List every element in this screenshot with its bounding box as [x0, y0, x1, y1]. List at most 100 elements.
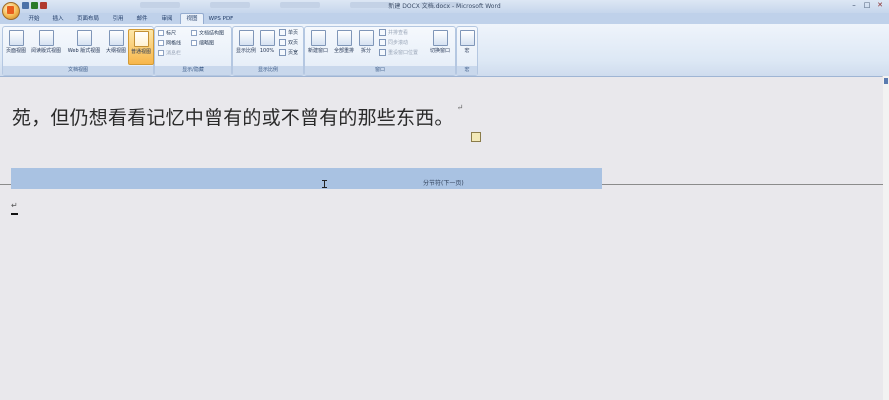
print-layout-button[interactable]: 页面视图 — [4, 29, 28, 63]
web-layout-button[interactable]: Web 版式视图 — [65, 29, 103, 63]
macros-label: 宏 — [464, 48, 470, 54]
page-100-icon — [259, 30, 275, 46]
tab-review[interactable]: 审阅 — [157, 14, 177, 24]
end-of-document-marker — [11, 213, 18, 215]
print-layout-icon — [8, 30, 24, 46]
arrange-all-button[interactable]: 全部重排 — [332, 29, 356, 63]
outline-icon — [108, 30, 124, 46]
tab-wps-pdf[interactable]: WPS PDF — [206, 14, 236, 24]
page-width-icon — [279, 49, 286, 56]
paste-options-icon[interactable] — [471, 132, 481, 142]
switch-windows-icon — [432, 30, 448, 46]
group-label-macros: 宏 — [457, 66, 477, 75]
gridlines-checkbox[interactable]: 网格线 — [158, 40, 181, 48]
maximize-button[interactable]: □ — [861, 1, 873, 10]
ruler-toggle-icon[interactable] — [884, 78, 888, 84]
two-pages-icon — [279, 39, 286, 46]
macro-icon — [459, 30, 475, 46]
side-by-side-label: 并排查看 — [388, 30, 409, 36]
one-page-button[interactable]: 单页 — [279, 29, 298, 37]
magnifier-icon — [238, 30, 254, 46]
outline-label: 大纲视图 — [105, 48, 126, 54]
office-button[interactable] — [2, 2, 20, 20]
zoom-button[interactable]: 显示比例 — [234, 29, 258, 63]
two-pages-button[interactable]: 双页 — [279, 39, 298, 47]
minimize-button[interactable]: – — [848, 1, 860, 10]
macros-button[interactable]: 宏 — [455, 29, 479, 63]
thumbnails-checkbox[interactable]: 缩略图 — [191, 40, 214, 48]
new-window-label: 新建窗口 — [307, 48, 328, 54]
document-paragraph[interactable]: 苑，但仍想看看记忆中曾有的或不曾有的那些东西。 ↵ — [12, 103, 464, 130]
group-document-views: 页面视图 阅读版式视图 Web 版式视图 大纲视图 普通视图 文档视图 — [2, 26, 154, 76]
document-map-checkbox[interactable]: 文档结构图 — [191, 30, 224, 38]
message-bar-label: 消息栏 — [166, 50, 182, 57]
window-controls: – □ ✕ — [848, 1, 886, 10]
arrange-all-label: 全部重排 — [333, 48, 354, 54]
group-label-zoom: 显示比例 — [233, 66, 303, 75]
sync-scroll-button: 同步滚动 — [379, 39, 408, 47]
message-bar-checkbox: 消息栏 — [158, 50, 181, 58]
group-label-window: 窗口 — [305, 66, 455, 75]
split-button[interactable]: 拆分 — [357, 29, 375, 63]
paragraph-mark: ↵ — [456, 103, 464, 112]
zoom-100-button[interactable]: 100% — [258, 29, 276, 63]
switch-windows-button[interactable]: 切换窗口 — [427, 29, 453, 63]
document-area[interactable]: 苑，但仍想看看记忆中曾有的或不曾有的那些东西。 ↵ 分节符(下一页) ↵ — [0, 77, 883, 400]
section-break-selection[interactable] — [11, 168, 602, 189]
reset-window-icon — [379, 49, 386, 56]
paragraph-text: 苑，但仍想看看记忆中曾有的或不曾有的那些东西。 — [12, 107, 454, 129]
page-width-label: 页宽 — [288, 50, 299, 56]
draft-label: 普通视图 — [130, 49, 151, 55]
checkbox-box — [158, 40, 164, 46]
checkbox-box — [191, 40, 197, 46]
draft-view-button[interactable]: 普通视图 — [128, 29, 154, 65]
outline-view-button[interactable]: 大纲视图 — [104, 29, 128, 63]
thumbnails-label: 缩略图 — [199, 40, 215, 47]
web-layout-label: Web 版式视图 — [67, 48, 101, 54]
tab-page-layout[interactable]: 页面布局 — [74, 14, 102, 24]
ribbon: 页面视图 阅读版式视图 Web 版式视图 大纲视图 普通视图 文档视图 标尺 网… — [0, 24, 889, 77]
ibeam-cursor-icon — [322, 180, 327, 188]
new-window-button[interactable]: 新建窗口 — [306, 29, 330, 63]
checkbox-box — [158, 50, 164, 56]
full-screen-reading-button[interactable]: 阅读版式视图 — [30, 29, 62, 63]
switch-windows-label: 切换窗口 — [429, 48, 450, 54]
split-label: 拆分 — [360, 48, 371, 54]
one-page-label: 单页 — [288, 30, 299, 36]
tab-mailings[interactable]: 邮件 — [132, 14, 152, 24]
sync-scroll-label: 同步滚动 — [388, 40, 409, 46]
tab-home[interactable]: 开始 — [24, 14, 44, 24]
one-page-icon — [279, 29, 286, 36]
group-label-show-hide: 显示/隐藏 — [155, 66, 231, 75]
page-width-button[interactable]: 页宽 — [279, 49, 298, 57]
print-layout-label: 页面视图 — [5, 48, 26, 54]
group-zoom: 显示比例 100% 单页 双页 页宽 显示比例 — [232, 26, 304, 76]
title-bar: 新建 DOCX 文档.docx - Microsoft Word – □ ✕ — [0, 0, 889, 20]
side-by-side-icon — [379, 29, 386, 36]
draft-icon — [133, 31, 149, 47]
group-macros: 宏 宏 — [456, 26, 478, 76]
close-button[interactable]: ✕ — [874, 1, 886, 10]
ruler-checkbox[interactable]: 标尺 — [158, 30, 176, 38]
ruler-label: 标尺 — [166, 30, 177, 37]
tab-references[interactable]: 引用 — [108, 14, 128, 24]
checkbox-box — [158, 30, 164, 36]
sync-scroll-icon — [379, 39, 386, 46]
reading-view-label: 阅读版式视图 — [30, 48, 61, 54]
side-by-side-button: 并排查看 — [379, 29, 408, 37]
zoom-label: 显示比例 — [235, 48, 256, 54]
reset-window-label: 重设窗口位置 — [388, 50, 419, 56]
arrange-all-icon — [336, 30, 352, 46]
reading-view-icon — [38, 30, 54, 46]
document-map-label: 文档结构图 — [199, 30, 225, 37]
tab-insert[interactable]: 插入 — [48, 14, 68, 24]
empty-paragraph-mark: ↵ — [11, 201, 18, 210]
ribbon-tabs: 开始 插入 页面布局 引用 邮件 审阅 视图 WPS PDF — [0, 13, 889, 25]
new-window-icon — [310, 30, 326, 46]
reset-window-button: 重设窗口位置 — [379, 49, 418, 57]
group-window: 新建窗口 全部重排 拆分 并排查看 同步滚动 重设窗口位置 切换窗口 窗口 — [304, 26, 456, 76]
vertical-scrollbar[interactable] — [882, 76, 889, 400]
group-label-document-views: 文档视图 — [3, 66, 153, 75]
zoom-100-label: 100% — [259, 48, 275, 54]
section-break-label: 分节符(下一页) — [422, 178, 465, 187]
